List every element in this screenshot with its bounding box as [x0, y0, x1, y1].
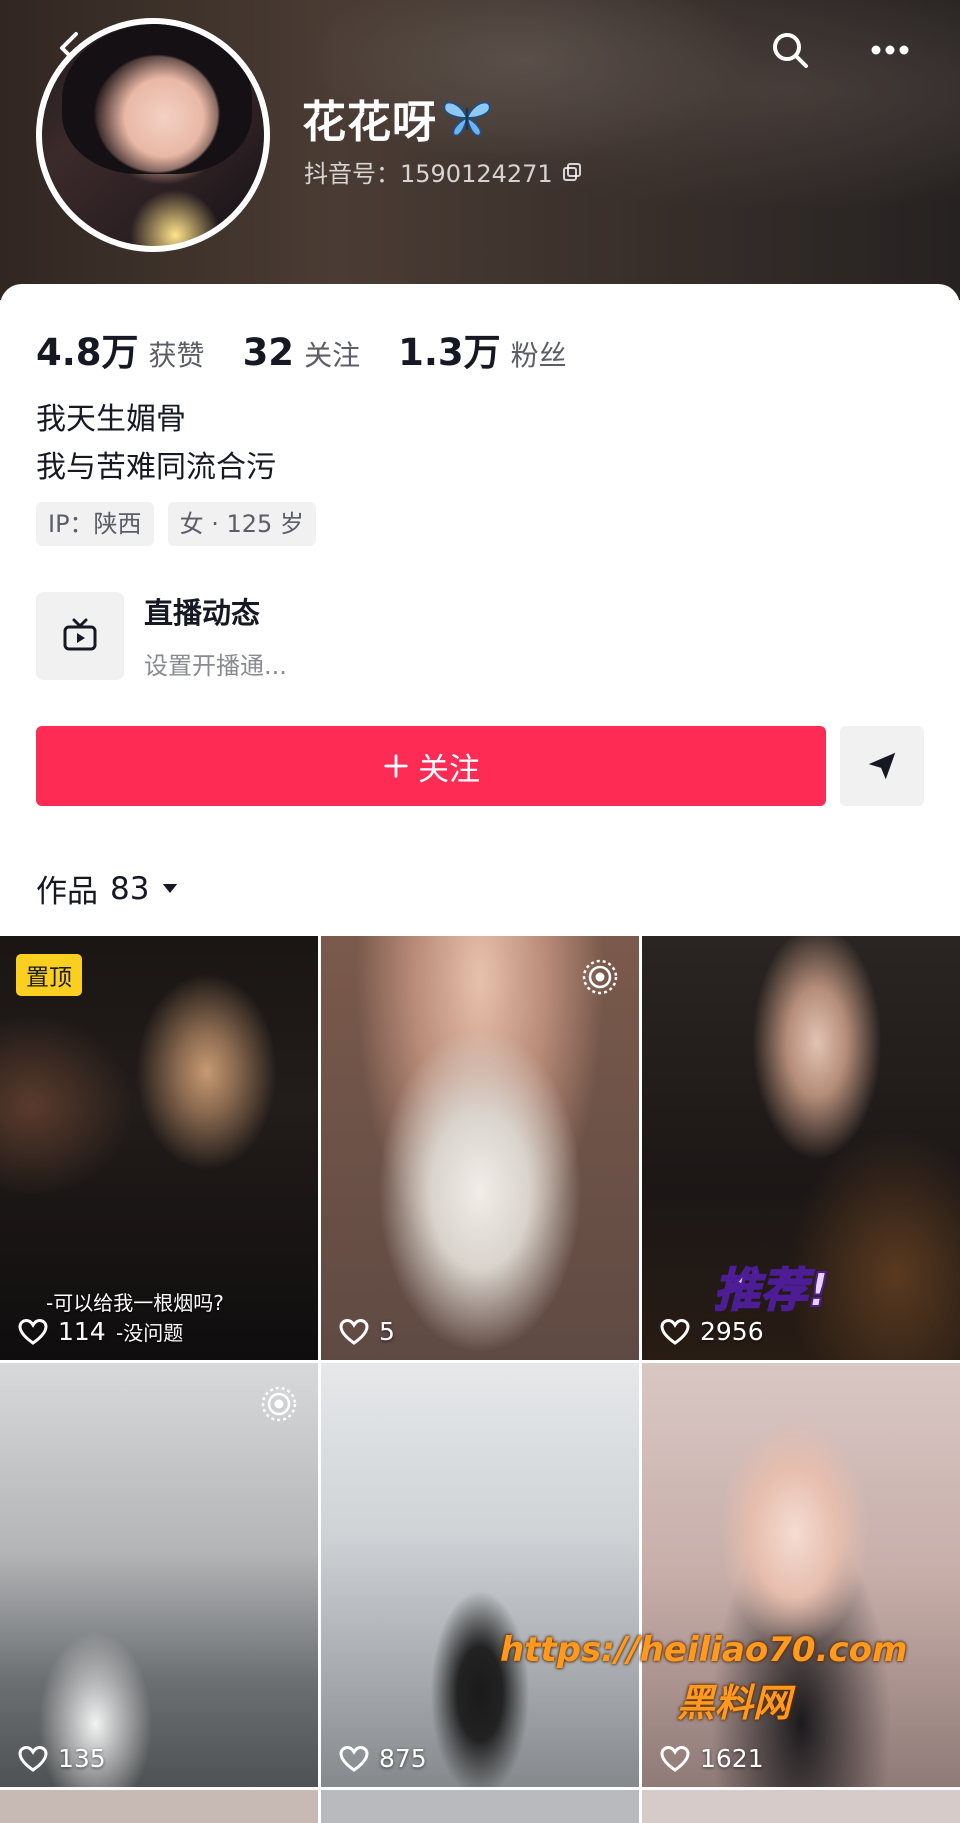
likes-count: 2956	[700, 1317, 764, 1346]
watermark-text: 黑料网	[676, 1681, 791, 1725]
bio-line: 我与苦难同流合污	[36, 450, 276, 485]
heart-icon	[660, 1745, 690, 1772]
avatar[interactable]	[36, 18, 270, 252]
heart-icon	[339, 1745, 369, 1772]
stat-followers[interactable]: 1.3万 粉丝	[398, 322, 567, 376]
profile-tags: IP：陕西 女 · 125 岁	[36, 502, 316, 546]
stat-following[interactable]: 32 关注	[243, 331, 361, 374]
live-updates-entry[interactable]: 直播动态 设置开播通...	[36, 590, 287, 681]
more-icon[interactable]	[866, 30, 914, 70]
stat-value: 1.3万	[398, 331, 501, 374]
butterfly-icon	[443, 101, 491, 137]
likes-count: 875	[379, 1744, 427, 1773]
stat-label: 粉丝	[510, 339, 567, 372]
caret-down-icon	[163, 884, 178, 893]
stat-label: 获赞	[148, 339, 205, 372]
video-likes: 114	[18, 1317, 106, 1346]
douyin-id: 抖音号：1590124271	[304, 154, 583, 189]
share-button[interactable]	[840, 726, 924, 806]
likes-count: 1621	[700, 1744, 764, 1773]
video-likes: 1621	[660, 1744, 764, 1773]
video-tile[interactable]: 135	[0, 1363, 318, 1787]
live-photo-icon	[261, 1386, 297, 1422]
video-likes: 5	[339, 1317, 395, 1346]
profile-stats: 4.8万 获赞 32 关注 1.3万 粉丝	[36, 322, 605, 376]
likes-count: 5	[379, 1317, 395, 1346]
video-likes: 2956	[660, 1317, 764, 1346]
video-tile[interactable]	[642, 1790, 960, 1823]
profile-username: 花花呀	[302, 86, 493, 150]
live-subtitle: 设置开播通...	[144, 652, 287, 680]
stat-value: 4.8万	[36, 331, 139, 374]
heart-icon	[339, 1318, 369, 1345]
tv-icon	[63, 618, 97, 650]
video-caption: -可以给我一根烟吗?	[46, 1291, 224, 1315]
live-tv-icon-box	[36, 591, 124, 680]
site-watermark: https://heiliao70.com 黑料网	[500, 1630, 907, 1727]
pinned-badge: 置顶	[16, 954, 82, 996]
live-title: 直播动态	[144, 596, 261, 630]
heart-icon	[18, 1318, 48, 1345]
heart-icon	[660, 1318, 690, 1345]
video-tile[interactable]: 5	[321, 936, 639, 1360]
profile-card: 4.8万 获赞 32 关注 1.3万 粉丝 我天生媚骨 我与苦难同流合污 IP：…	[0, 284, 960, 1823]
stat-label: 关注	[304, 339, 361, 372]
video-tile[interactable]	[0, 1790, 318, 1823]
heart-icon	[18, 1745, 48, 1772]
video-tile[interactable]	[321, 1790, 639, 1823]
live-photo-icon	[582, 959, 618, 995]
works-label: 作品	[36, 874, 98, 910]
likes-count: 114	[58, 1317, 106, 1346]
stat-value: 32	[242, 331, 295, 374]
search-icon[interactable]	[768, 28, 812, 72]
username-text: 花花呀	[302, 97, 437, 148]
recommend-sticker: 推荐!	[713, 1262, 830, 1318]
video-caption: -没问题	[116, 1321, 184, 1345]
douyin-id-text: 抖音号：1590124271	[304, 160, 553, 188]
send-icon	[868, 752, 896, 780]
works-tab[interactable]: 作品 83	[36, 866, 179, 911]
profile-bio: 我天生媚骨 我与苦难同流合污	[36, 396, 276, 492]
video-likes: 135	[18, 1744, 106, 1773]
stat-likes[interactable]: 4.8万 获赞	[36, 322, 205, 376]
follow-label: 关注	[418, 751, 480, 788]
likes-count: 135	[58, 1744, 106, 1773]
gender-age-tag: 女 · 125 岁	[167, 502, 316, 546]
copy-icon[interactable]	[561, 161, 583, 183]
follow-button[interactable]: 关注	[36, 726, 826, 806]
video-tile[interactable]: 推荐! 2956	[642, 936, 960, 1360]
plus-icon	[384, 754, 408, 778]
watermark-url: https://heiliao70.com	[500, 1630, 908, 1670]
ip-location-tag: IP：陕西	[36, 502, 154, 546]
video-likes: 875	[339, 1744, 427, 1773]
bio-line: 我天生媚骨	[36, 402, 186, 437]
works-count: 83	[110, 870, 150, 907]
video-tile[interactable]: 置顶 -可以给我一根烟吗? -没问题 114	[0, 936, 318, 1360]
